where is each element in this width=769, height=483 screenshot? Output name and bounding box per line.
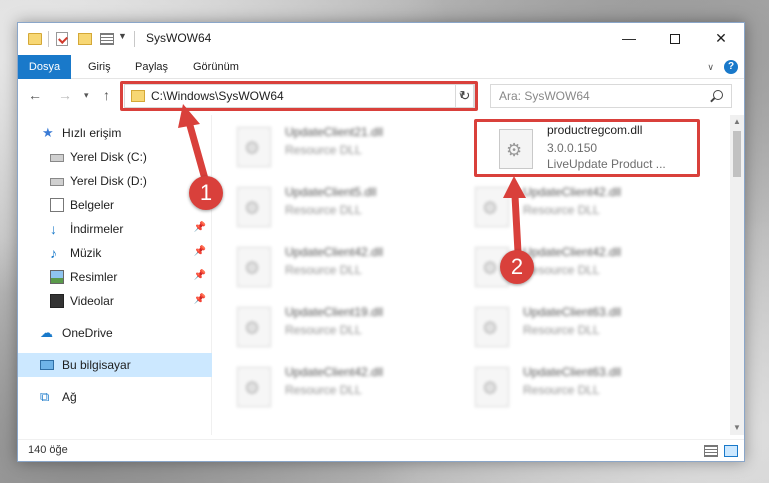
arrow-to-target-file xyxy=(503,176,526,256)
step-badge-1: 1 xyxy=(189,176,223,210)
arrow-to-address-bar xyxy=(178,104,211,190)
step-badge-2: 2 xyxy=(500,250,534,284)
annotation-arrows xyxy=(178,104,526,256)
